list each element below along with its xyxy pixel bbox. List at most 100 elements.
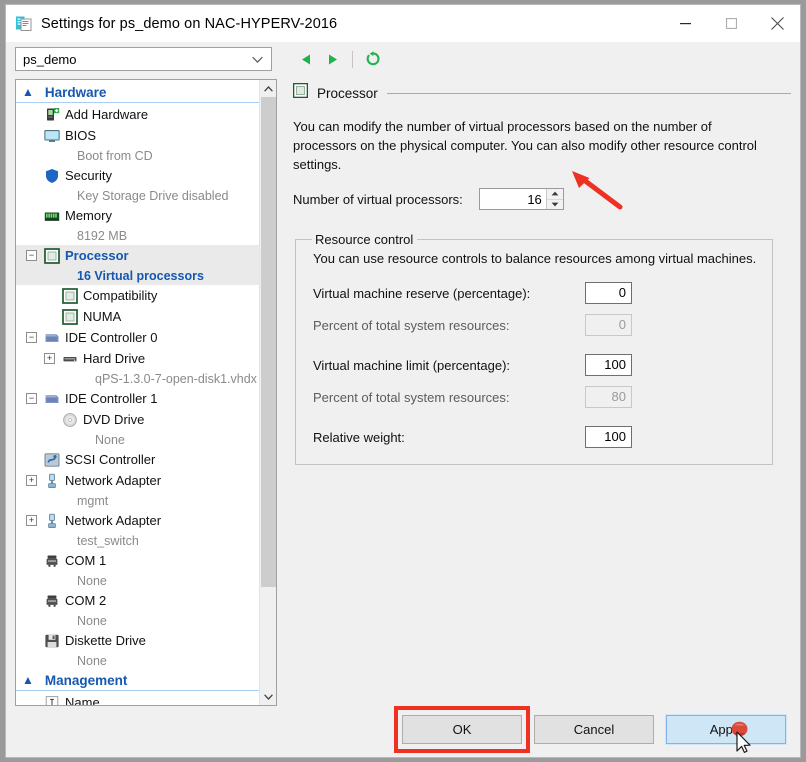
settings-content-pane: Processor You can modify the number of v… xyxy=(277,79,791,701)
window-title: Settings for ps_demo on NAC-HYPERV-2016 xyxy=(41,16,337,32)
sidebar-item-sublabel: qPS-1.3.0-7-open-disk1.vhdx xyxy=(16,369,259,388)
section-title: Processor xyxy=(317,86,378,101)
resource-control-group: Resource control You can use resource co… xyxy=(295,232,773,465)
resource-control-rows: Virtual machine reserve (percentage): 0 … xyxy=(310,282,758,448)
tree-scrollbar-thumb[interactable] xyxy=(261,97,276,587)
sidebar-item-processor[interactable]: − Processor xyxy=(16,245,259,266)
sidebar-item-hard-drive[interactable]: + Hard Drive xyxy=(16,348,259,369)
tree-expander-expand-icon[interactable]: + xyxy=(26,475,37,486)
spinner-down-icon[interactable] xyxy=(547,200,563,210)
resource-row-label: Virtual machine reserve (percentage): xyxy=(313,286,585,301)
hardware-tree[interactable]: ▲ Hardware Add Hardware BIOS Boot from C… xyxy=(16,80,259,705)
ok-button-wrapper: OK xyxy=(402,715,522,744)
sidebar-item-label: COM 1 xyxy=(65,553,106,568)
resource-row: Virtual machine reserve (percentage): 0 xyxy=(313,282,758,304)
sidebar-item-compatibility[interactable]: Compatibility xyxy=(16,285,259,306)
settings-vm-icon xyxy=(15,15,33,33)
sidebar-item-network-adapter[interactable]: + Network Adapter xyxy=(16,470,259,491)
sidebar-item-sublabel: 16 Virtual processors xyxy=(16,266,259,285)
vcpu-spinner-buttons[interactable] xyxy=(546,189,563,209)
vm-selector-value: ps_demo xyxy=(23,52,76,67)
sidebar-item-sublabel: Key Storage Drive disabled xyxy=(16,186,259,205)
sidebar-item-label: DVD Drive xyxy=(83,412,144,427)
vm-selector-dropdown[interactable]: ps_demo xyxy=(15,47,272,71)
sidebar-group-hardware[interactable]: ▲ Hardware xyxy=(16,82,259,103)
sidebar-item-bios[interactable]: BIOS xyxy=(16,125,259,146)
vcpu-input[interactable] xyxy=(480,189,546,209)
sidebar-item-network-adapter[interactable]: + Network Adapter xyxy=(16,510,259,531)
com-port-icon xyxy=(44,593,60,609)
nav-forward-button[interactable] xyxy=(320,47,344,71)
sidebar-item-ide-controller-0[interactable]: − IDE Controller 0 xyxy=(16,327,259,348)
sidebar-item-com-2[interactable]: COM 2 xyxy=(16,590,259,611)
sidebar-item-sublabel: None xyxy=(16,571,259,590)
resource-row-value[interactable]: 100 xyxy=(585,354,632,376)
processor-icon xyxy=(293,83,308,103)
spinner-up-icon[interactable] xyxy=(547,189,563,200)
apply-button[interactable]: Apply xyxy=(666,715,786,744)
close-button[interactable] xyxy=(754,5,800,41)
nav-back-button[interactable] xyxy=(294,47,318,71)
processor-icon xyxy=(44,248,60,264)
scroll-up-icon[interactable] xyxy=(260,80,277,97)
sidebar-item-sublabel: mgmt xyxy=(16,491,259,510)
resource-row: Virtual machine limit (percentage): 100 xyxy=(313,354,758,376)
chevron-up-icon: ▲ xyxy=(22,86,34,98)
sidebar-item-com-1[interactable]: COM 1 xyxy=(16,550,259,571)
security-shield-icon xyxy=(44,168,60,184)
sidebar-group-management[interactable]: ▲ Management xyxy=(16,670,259,691)
sidebar-item-diskette-drive[interactable]: Diskette Drive xyxy=(16,630,259,651)
sidebar-item-label: COM 2 xyxy=(65,593,106,608)
resource-row: Percent of total system resources: 80 xyxy=(313,386,758,408)
memory-icon xyxy=(44,208,60,224)
sidebar-group-label: Management xyxy=(45,673,128,688)
sidebar-item-sublabel: None xyxy=(16,651,259,670)
sidebar-item-dvd-drive[interactable]: DVD Drive xyxy=(16,409,259,430)
vcpu-spinner[interactable] xyxy=(479,188,564,210)
resource-row-value[interactable]: 0 xyxy=(585,282,632,304)
processor-icon xyxy=(62,309,78,325)
sidebar-item-sublabel: 8192 MB xyxy=(16,226,259,245)
sidebar-item-label: NUMA xyxy=(83,309,121,324)
dialog-footer: OK Cancel Apply xyxy=(6,701,800,757)
sidebar-item-scsi-controller[interactable]: SCSI Controller xyxy=(16,449,259,470)
sidebar-item-label: Compatibility xyxy=(83,288,157,303)
maximize-button[interactable] xyxy=(708,5,754,41)
dvd-drive-icon xyxy=(62,412,78,428)
bios-icon xyxy=(44,128,60,144)
tree-expander-collapse-icon[interactable]: − xyxy=(26,332,37,343)
sidebar-item-add-hardware[interactable]: Add Hardware xyxy=(16,104,259,125)
network-adapter-icon xyxy=(44,473,60,489)
network-adapter-icon xyxy=(44,513,60,529)
resource-row: Relative weight: 100 xyxy=(313,426,758,448)
sidebar-item-label: SCSI Controller xyxy=(65,452,155,467)
sidebar-group-label: Hardware xyxy=(45,85,107,100)
resource-row-label: Virtual machine limit (percentage): xyxy=(313,358,585,373)
chevron-down-icon xyxy=(252,52,263,67)
refresh-button[interactable] xyxy=(361,47,385,71)
sidebar-item-memory[interactable]: Memory xyxy=(16,205,259,226)
sidebar-item-sublabel: None xyxy=(16,430,259,449)
tree-expander-expand-icon[interactable]: + xyxy=(44,353,55,364)
ok-button[interactable]: OK xyxy=(402,715,522,744)
sidebar-item-numa[interactable]: NUMA xyxy=(16,306,259,327)
minimize-button[interactable] xyxy=(662,5,708,41)
tree-expander-expand-icon[interactable]: + xyxy=(26,515,37,526)
tree-expander-collapse-icon[interactable]: − xyxy=(26,393,37,404)
sidebar-item-label: IDE Controller 1 xyxy=(65,391,157,406)
vcpu-field-row: Number of virtual processors: xyxy=(293,188,791,210)
sidebar-item-label: Hard Drive xyxy=(83,351,145,366)
sidebar-item-label: Add Hardware xyxy=(65,107,148,122)
tree-scrollbar[interactable] xyxy=(259,80,276,705)
cancel-button[interactable]: Cancel xyxy=(534,715,654,744)
sidebar-item-security[interactable]: Security xyxy=(16,165,259,186)
tree-expander-collapse-icon[interactable]: − xyxy=(26,250,37,261)
sidebar-item-label: Network Adapter xyxy=(65,513,161,528)
toolbar: ps_demo xyxy=(6,42,800,76)
vcpu-label: Number of virtual processors: xyxy=(293,192,463,207)
resource-row-label: Percent of total system resources: xyxy=(313,318,585,333)
scsi-controller-icon xyxy=(44,452,60,468)
sidebar-item-ide-controller-1[interactable]: − IDE Controller 1 xyxy=(16,388,259,409)
resource-row-value[interactable]: 100 xyxy=(585,426,632,448)
sidebar-item-label: Processor xyxy=(65,248,129,263)
